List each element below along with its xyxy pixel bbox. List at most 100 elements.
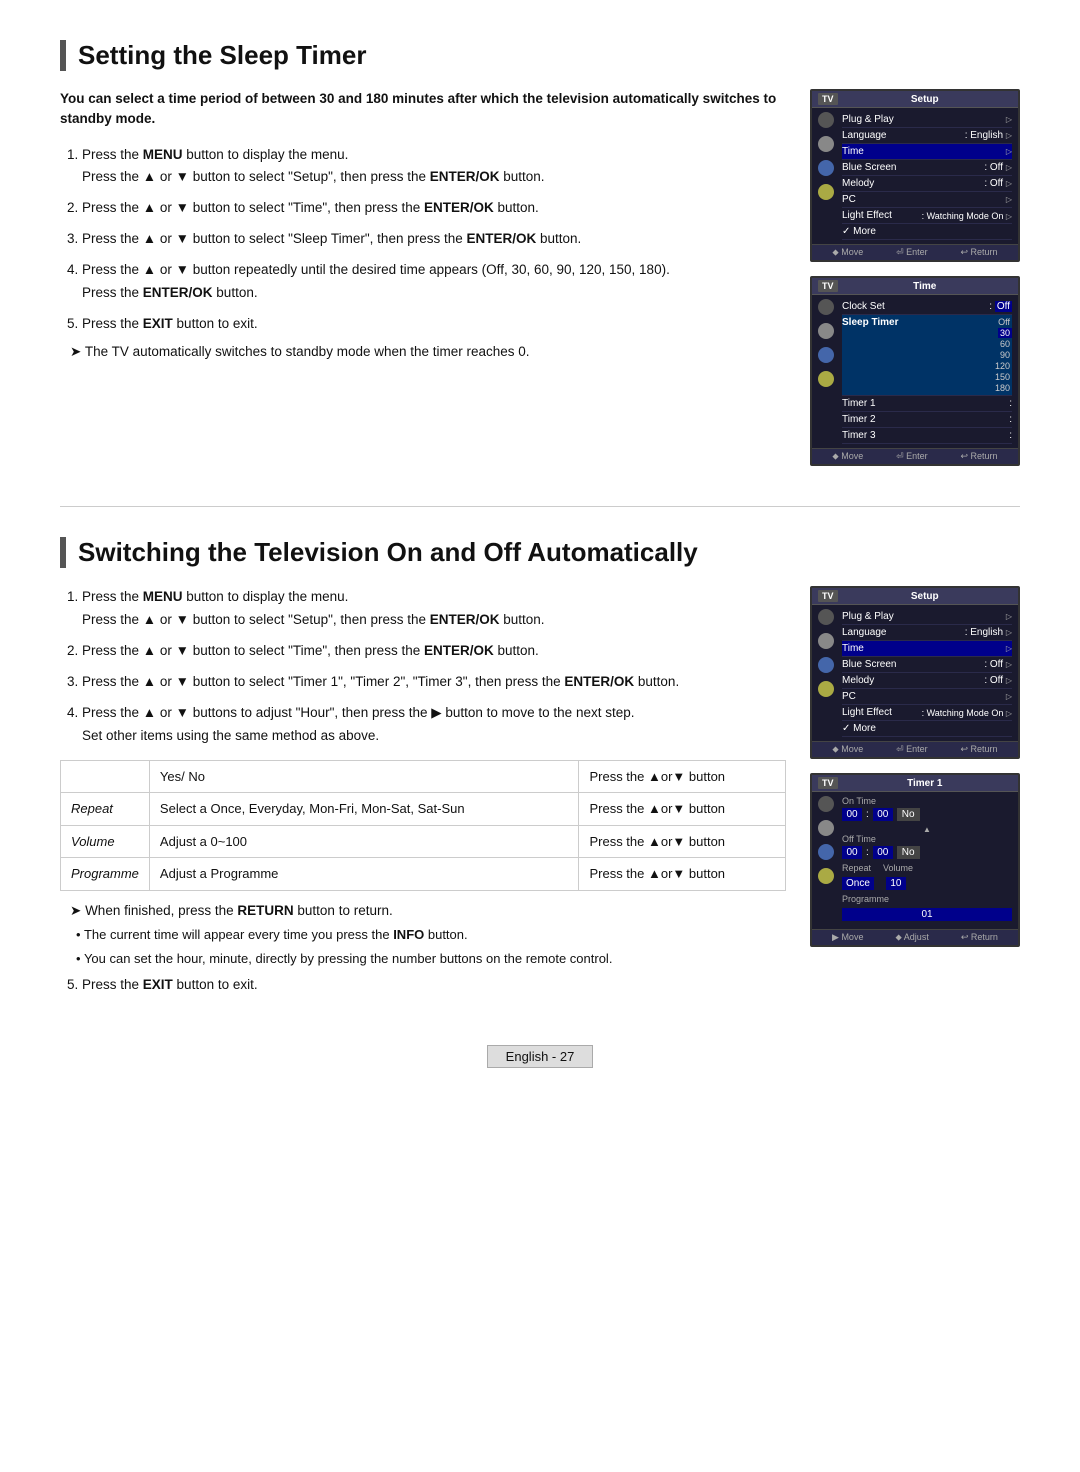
- s2-row-label-lang: Language: [842, 627, 887, 638]
- section1-title: Setting the Sleep Timer: [60, 40, 1020, 71]
- table-cell-yesno-action: Press the ▲or▼ button: [579, 760, 786, 793]
- section2-steps: Press the MENU button to display the men…: [60, 586, 786, 748]
- table-cell-repeat-label: Repeat: [61, 793, 150, 826]
- off-time-label: Off Time: [842, 834, 1012, 844]
- sleep-val-off: Off: [996, 317, 1012, 327]
- tv-icon-col-3: [818, 609, 838, 737]
- sleep-val-90: 90: [998, 350, 1012, 360]
- s2-step-1: Press the MENU button to display the men…: [82, 586, 786, 632]
- s2-row-val-light: : Watching Mode On: [922, 708, 1012, 718]
- tv-body-setup-2: Plug & Play Language : English Time: [812, 605, 1018, 741]
- section1-content: You can select a time period of between …: [60, 89, 1020, 466]
- sleep-values: Off 30 60 90 120 150 180: [993, 317, 1012, 393]
- s2-row-label-time: Time: [842, 643, 864, 654]
- tv-title-timer1: Timer 1: [907, 778, 942, 789]
- on-colon: :: [866, 809, 869, 820]
- tv-icon-lang2: [818, 633, 834, 649]
- timer1-icon-col: [818, 796, 838, 925]
- t1-footer-adjust: ⬥ Adjust: [896, 932, 929, 943]
- row-val-blue: : Off: [984, 162, 1012, 173]
- section1-intro: You can select a time period of between …: [60, 89, 786, 130]
- section2-tv-screens: TV Setup Plug & Play: [810, 586, 1020, 947]
- table-row-volume: Volume Adjust a 0~100 Press the ▲or▼ but…: [61, 825, 786, 858]
- timer1-body-inner: On Time 00 : 00 No ▲ Off Time: [818, 796, 1012, 925]
- t1-icon-2: [818, 820, 834, 836]
- section1-note: The TV automatically switches to standby…: [60, 344, 786, 360]
- s2-row-arrow-pc: [1006, 691, 1012, 702]
- row-val-timer3: :: [1009, 430, 1012, 441]
- timer1-body: On Time 00 : 00 No ▲ Off Time: [812, 792, 1018, 929]
- row-label-more: ✓ More: [842, 226, 876, 237]
- section1-steps: Press the MENU button to display the men…: [60, 144, 786, 337]
- tv-menu-row-timer2: Timer 2 :: [842, 412, 1012, 428]
- section2-instructions: Press the MENU button to display the men…: [60, 586, 786, 1005]
- row-label-clockset: Clock Set: [842, 301, 885, 312]
- tv-icon-plug: [818, 112, 834, 128]
- tv-icon-col-2: [818, 299, 838, 444]
- tv-screen-timer1: TV Timer 1 On Time: [810, 773, 1020, 947]
- row-val-lang: : English: [965, 130, 1012, 141]
- timer1-prog-label: Programme: [842, 894, 1012, 904]
- row-arrow-plug: [1006, 114, 1012, 125]
- on-time-label: On Time: [842, 796, 1012, 806]
- on-no-btn: No: [897, 808, 920, 821]
- tv-body-inner-3: Plug & Play Language : English Time: [818, 609, 1012, 737]
- row-label-plug: Plug & Play: [842, 114, 894, 125]
- tv-title-setup-1: Setup: [911, 94, 939, 105]
- table-cell-yesno: Yes/ No: [149, 760, 579, 793]
- tv-body-time: Clock Set : Off Sleep Timer Off 30 60 90: [812, 295, 1018, 448]
- s2-step-4: Press the ▲ or ▼ buttons to adjust "Hour…: [82, 702, 786, 748]
- row-val-light: : Watching Mode On: [922, 211, 1012, 221]
- section1-instructions: You can select a time period of between …: [60, 89, 786, 366]
- table-cell-volume-desc: Adjust a 0~100: [149, 825, 579, 858]
- tv-label-1: TV: [818, 93, 838, 105]
- timer1-off-time: Off Time 00 : 00 No: [842, 834, 1012, 859]
- row-arrow-time: [1006, 146, 1012, 157]
- row-val-melody: : Off: [984, 178, 1012, 189]
- tv-body-inner-1: Plug & Play Language : English Time: [818, 112, 1012, 240]
- step-4: Press the ▲ or ▼ button repeatedly until…: [82, 259, 786, 305]
- section2-title: Switching the Television On and Off Auto…: [60, 537, 1020, 568]
- tv-body-inner-2: Clock Set : Off Sleep Timer Off 30 60 90: [818, 299, 1012, 444]
- tv-menu-row-lang: Language : English: [842, 128, 1012, 144]
- tv-header-time: TV Time: [812, 278, 1018, 295]
- programme-val: 01: [842, 908, 1012, 921]
- s2-footer-enter: ⏎ Enter: [896, 744, 928, 755]
- s2-step-3: Press the ▲ or ▼ button to select "Timer…: [82, 671, 786, 694]
- tv-icon-col-1: [818, 112, 838, 240]
- s2-row-val-blue: : Off: [984, 659, 1012, 670]
- table-cell-programme-action: Press the ▲or▼ button: [579, 858, 786, 891]
- t1-icon-4: [818, 868, 834, 884]
- s2-row-label-melody: Melody: [842, 675, 874, 686]
- tv-s2-row-pc: PC: [842, 689, 1012, 705]
- s2-row-arrow-time: [1006, 643, 1012, 654]
- table-row-yesno: Yes/ No Press the ▲or▼ button: [61, 760, 786, 793]
- footer-return-1: ↩ Return: [960, 247, 997, 258]
- footer-badge: English - 27: [487, 1045, 594, 1068]
- table-cell-repeat-desc: Select a Once, Everyday, Mon-Fri, Mon-Sa…: [149, 793, 579, 826]
- tv-body-setup-1: Plug & Play Language : English Time: [812, 108, 1018, 244]
- timer-table-body: Yes/ No Press the ▲or▼ button Repeat Sel…: [61, 760, 786, 890]
- tv-menu-row-blue: Blue Screen : Off: [842, 160, 1012, 176]
- timer1-on-time: On Time 00 : 00 No: [842, 796, 1012, 821]
- tv-s2-row-light: Light Effect : Watching Mode On: [842, 705, 1012, 721]
- s2-row-val-lang: : English: [965, 627, 1012, 638]
- sleep-val-120: 120: [993, 361, 1012, 371]
- repeat-volume-row: Repeat Volume: [842, 863, 1012, 873]
- tv-icon-blue2: [818, 657, 834, 673]
- tv-icon-light: [818, 184, 834, 200]
- tv-icon-lang: [818, 136, 834, 152]
- timer1-prog-val: 01: [842, 908, 1012, 921]
- s2-note2: The current time will appear every time …: [60, 925, 786, 946]
- table-row-programme: Programme Adjust a Programme Press the ▲…: [61, 858, 786, 891]
- tv-icon-light2: [818, 681, 834, 697]
- tv-icon-t1: [818, 347, 834, 363]
- tv-menu-row-melody: Melody : Off: [842, 176, 1012, 192]
- tv-screen-time: TV Time Clock Set: [810, 276, 1020, 466]
- step-1: Press the MENU button to display the men…: [82, 144, 786, 190]
- table-cell-volume-action: Press the ▲or▼ button: [579, 825, 786, 858]
- tv-s2-row-blue: Blue Screen : Off: [842, 657, 1012, 673]
- tv-title-setup-2: Setup: [911, 591, 939, 602]
- row-label-pc: PC: [842, 194, 856, 205]
- tv-footer-timer1: ▶ Move ⬥ Adjust ↩ Return: [812, 929, 1018, 945]
